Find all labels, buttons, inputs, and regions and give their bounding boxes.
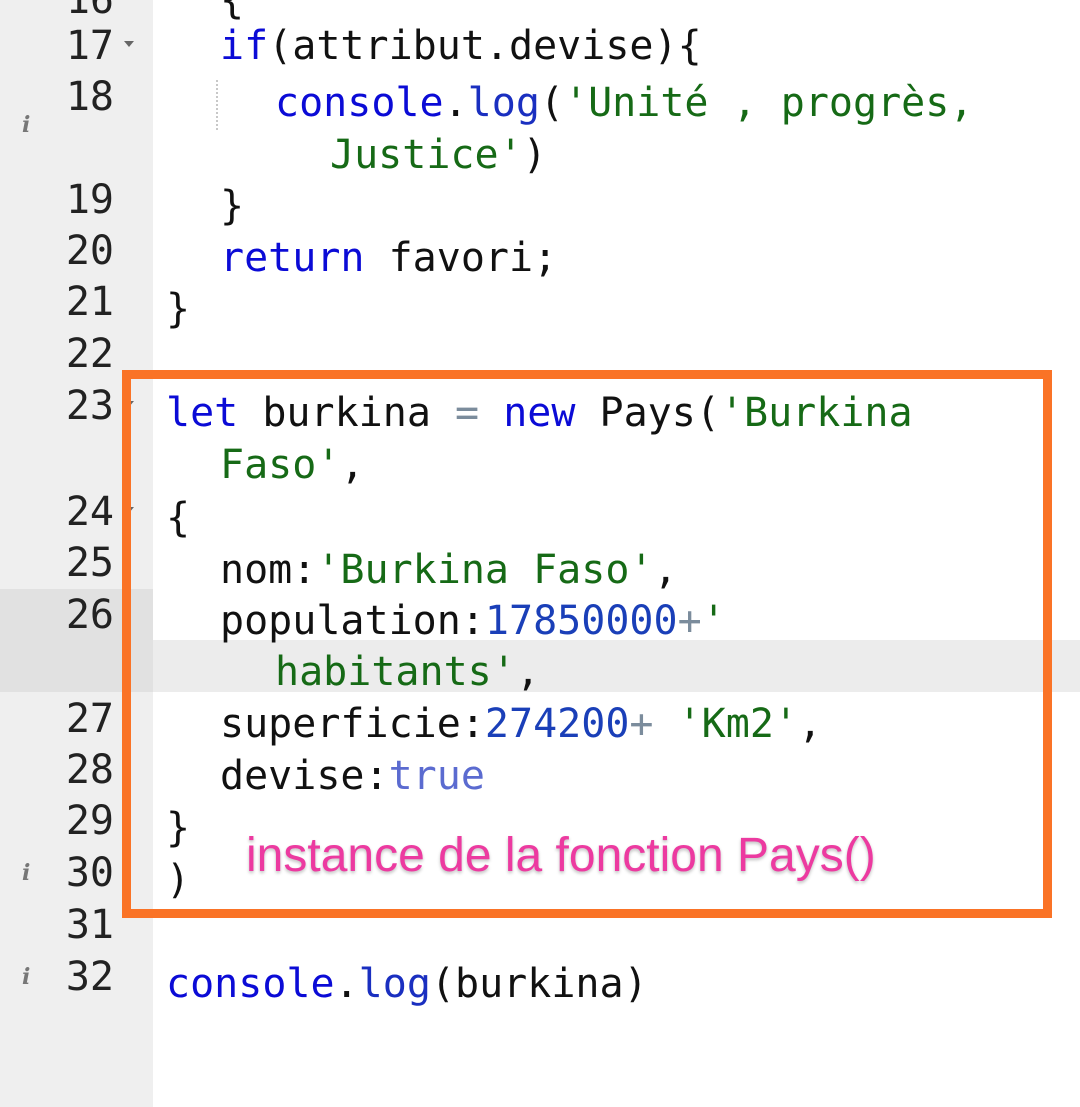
code-line[interactable]: Justice') — [330, 129, 547, 181]
line-number[interactable]: 19 — [0, 174, 114, 226]
line-number[interactable]: 23 — [0, 380, 114, 432]
line-number[interactable]: 25 — [0, 537, 114, 589]
line-number[interactable]: 30 — [0, 847, 114, 899]
line-number[interactable]: 29 — [0, 795, 114, 847]
fold-arrow-icon[interactable] — [124, 41, 134, 47]
line-number[interactable]: 31 — [0, 899, 114, 951]
code-line[interactable]: } — [220, 180, 244, 232]
info-marker-icon[interactable]: i — [22, 966, 30, 988]
line-number[interactable]: 27 — [0, 693, 114, 745]
line-number[interactable]: 24 — [0, 486, 114, 538]
line-number[interactable]: 32 — [0, 951, 114, 1003]
indent-guide — [216, 80, 218, 130]
code-line[interactable]: console.log(burkina) — [166, 958, 648, 1010]
line-number[interactable]: 21 — [0, 276, 114, 328]
code-line[interactable]: console.log('Unité , progrès, — [275, 77, 973, 129]
line-number[interactable]: 17 — [0, 20, 114, 72]
line-number[interactable]: 22 — [0, 328, 114, 380]
line-number[interactable]: 26 — [0, 589, 114, 641]
info-marker-icon[interactable]: i — [22, 862, 30, 884]
info-marker-icon[interactable]: i — [22, 114, 30, 136]
code-line[interactable]: } — [166, 283, 190, 335]
line-number[interactable]: 20 — [0, 225, 114, 277]
code-line[interactable]: if(attribut.devise){ — [220, 20, 702, 72]
line-number[interactable]: 18 — [0, 71, 114, 123]
annotation-label: instance de la fonction Pays() — [246, 829, 876, 882]
code-line[interactable]: return favori; — [220, 232, 557, 284]
line-number[interactable]: 28 — [0, 744, 114, 796]
